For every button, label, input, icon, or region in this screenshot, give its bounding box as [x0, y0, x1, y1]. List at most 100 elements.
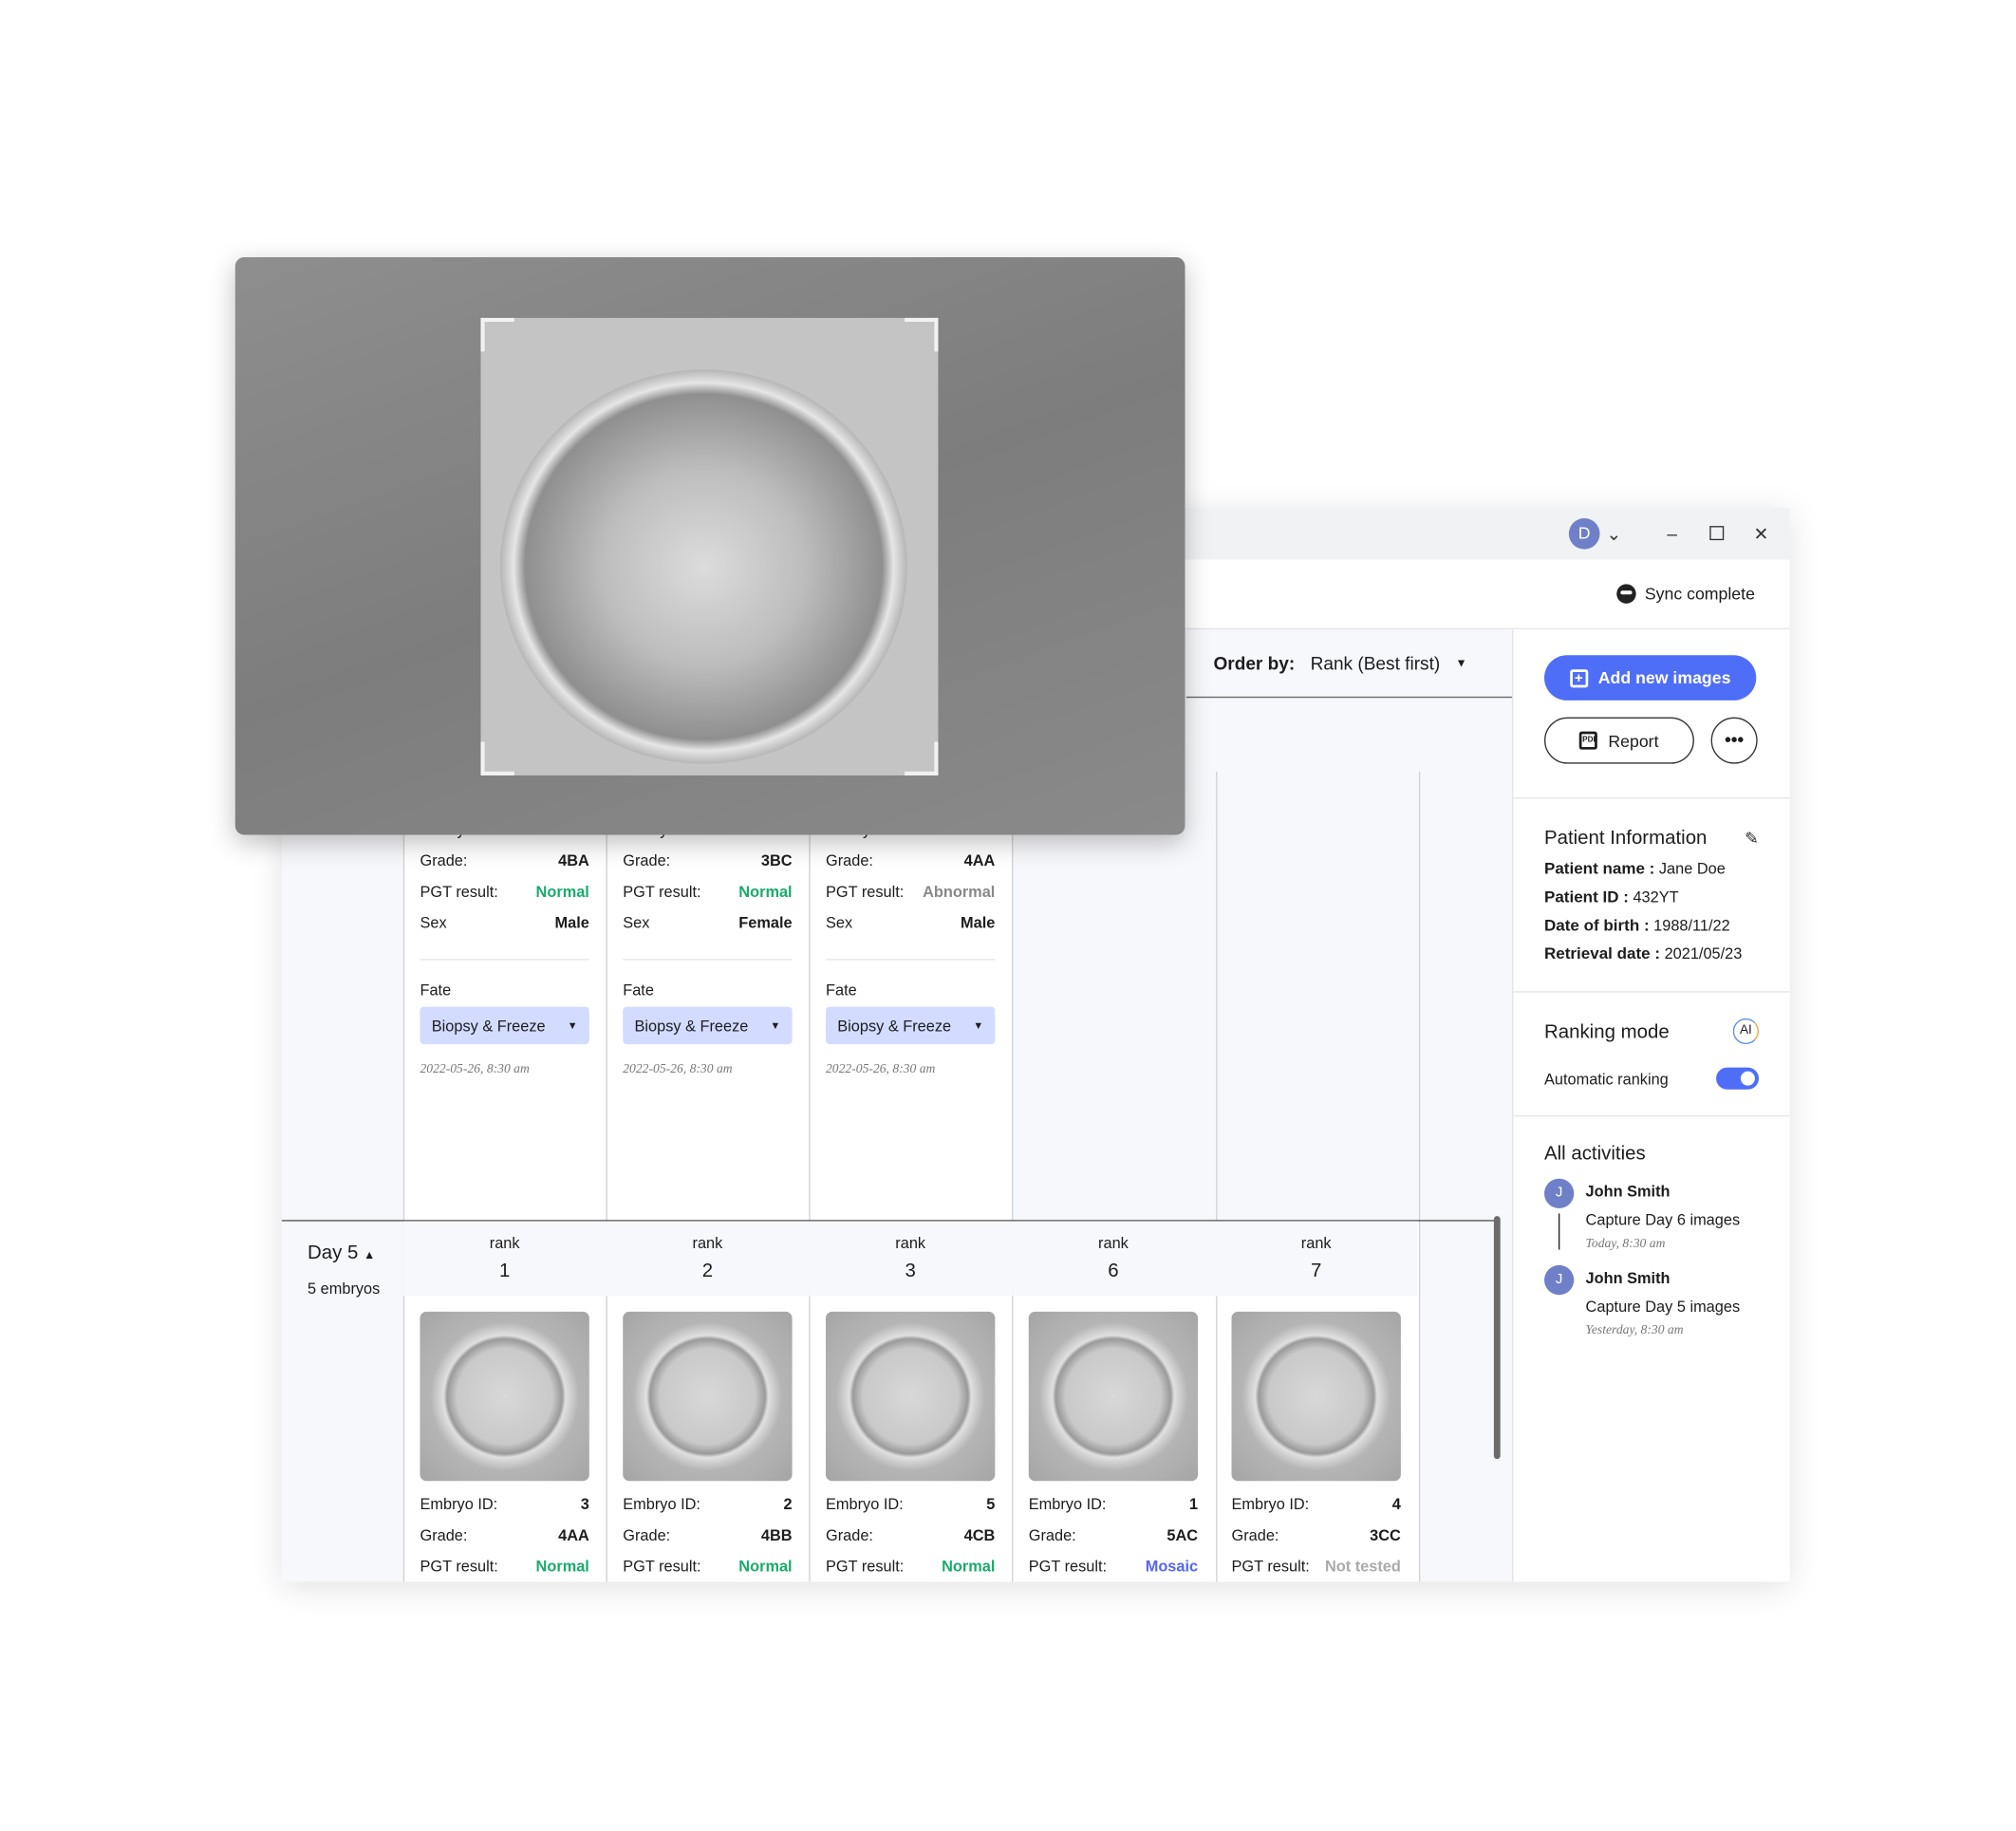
- fate-dropdown[interactable]: Biopsy & Freeze ▼: [420, 1006, 589, 1045]
- pgt-result: PGT result: Not tested: [1232, 1557, 1401, 1576]
- activity-description: Capture Day 5 images: [1585, 1297, 1741, 1317]
- activity-user: John Smith: [1585, 1182, 1671, 1201]
- activity-time: Today, 8:30 am: [1585, 1236, 1666, 1251]
- activity-time: Yesterday, 8:30 am: [1585, 1323, 1684, 1338]
- report-button[interactable]: PDF Report: [1543, 717, 1694, 764]
- embryo-thumbnail[interactable]: [623, 1311, 793, 1482]
- fate-label: Fate: [420, 959, 589, 999]
- maximize-icon[interactable]: [1709, 526, 1725, 541]
- embryo-id-label: Embryo ID:: [825, 1495, 904, 1514]
- rank-header: rank 7: [1214, 1221, 1418, 1297]
- scrollbar[interactable]: [1493, 1216, 1501, 1460]
- fate-value: Biopsy & Freeze: [837, 1016, 952, 1035]
- pgt-result-value: Normal: [738, 882, 793, 901]
- sex-label: Sex: [623, 913, 650, 932]
- grade-value: 5AC: [1167, 1525, 1199, 1544]
- crop-corner[interactable]: [905, 741, 939, 775]
- pgt-result: PGT result: Abnormal: [825, 882, 996, 901]
- grade: Grade: 3CC: [1231, 1525, 1401, 1544]
- crop-corner[interactable]: [480, 317, 514, 352]
- crop-corner[interactable]: [905, 317, 939, 352]
- edit-pencil-icon[interactable]: ✎: [1745, 828, 1759, 849]
- field-label: Date of birth :: [1543, 916, 1650, 935]
- embryo-id-label: Embryo ID:: [1231, 1495, 1310, 1514]
- grade: Grade: 4AA: [826, 851, 995, 869]
- user-avatar: J: [1543, 1264, 1575, 1296]
- caret-up-icon: ▲: [364, 1248, 376, 1261]
- pgt-result-value: Normal: [942, 1557, 996, 1576]
- embryo-thumbnail[interactable]: [420, 1311, 589, 1482]
- day5-toggle[interactable]: Day 5 ▲: [308, 1242, 375, 1263]
- embryo-card[interactable]: Embryo ID: 3 Grade: 4AA PGT result: Normal: [403, 1311, 607, 1576]
- embryo-id: Embryo ID: 1: [1029, 1495, 1199, 1514]
- rank-header: rank 6: [1012, 1221, 1215, 1297]
- close-icon[interactable]: ✕: [1754, 518, 1769, 550]
- embryo-thumbnail[interactable]: [825, 1311, 996, 1482]
- rank-value: 6: [1108, 1260, 1119, 1282]
- right-panel: + Add new images PDF Report ••• Patient In…: [1511, 629, 1790, 1582]
- grade-label: Grade:: [1028, 1525, 1076, 1544]
- pgt-result: PGT result: Mosaic: [1028, 1557, 1198, 1576]
- column-divider: [1418, 771, 1421, 1582]
- ai-icon: AI: [1732, 1018, 1760, 1045]
- embryo-card[interactable]: Embryo ID: 5 Grade: 4CB PGT result: Normal: [809, 1311, 1012, 1576]
- sex-value: Male: [554, 913, 589, 932]
- crop-corner[interactable]: [480, 741, 514, 775]
- fate-dropdown[interactable]: Biopsy & Freeze ▼: [623, 1006, 793, 1045]
- rank-label: rank: [489, 1234, 520, 1253]
- patient-field: Patient name : Jane Doe: [1544, 859, 1759, 877]
- pgt-result-label: PGT result:: [1028, 1557, 1108, 1576]
- capture-date: 2022-05-26, 8:30 am: [825, 1062, 936, 1077]
- sex-label: Sex: [420, 913, 447, 932]
- more-options-button[interactable]: •••: [1710, 717, 1758, 764]
- grade-value: 3BC: [760, 851, 793, 870]
- field-label: Patient ID :: [1543, 887, 1629, 906]
- patient-field: Patient ID : 432YT: [1544, 887, 1759, 906]
- embryo-id-value: 1: [1189, 1495, 1199, 1514]
- fate-dropdown[interactable]: Biopsy & Freeze ▼: [825, 1006, 996, 1045]
- embryo-id: Embryo ID: 5: [825, 1495, 995, 1514]
- grade-label: Grade:: [825, 851, 873, 870]
- add-new-images-button[interactable]: + Add new images: [1543, 655, 1757, 701]
- grade-label: Grade:: [1231, 1525, 1279, 1544]
- embryo-thumbnail[interactable]: [1231, 1311, 1401, 1482]
- embryo-crop-region[interactable]: [480, 317, 939, 775]
- automatic-ranking-toggle[interactable]: [1716, 1067, 1760, 1090]
- sync-status: Sync complete: [1615, 584, 1755, 604]
- embryo-card[interactable]: Embryo ID: 2 Grade: 4BB PGT result: Normal: [607, 1311, 810, 1576]
- field-value: 1988/11/22: [1653, 916, 1730, 935]
- user-avatar[interactable]: D: [1568, 517, 1600, 550]
- embryo-id-value: 4: [1391, 1495, 1401, 1514]
- grade: Grade: 4CB: [825, 1525, 995, 1544]
- sex: Sex Female: [623, 913, 792, 932]
- rank-label: rank: [1098, 1234, 1129, 1253]
- pgt-result: PGT result: Normal: [826, 1557, 996, 1576]
- order-by[interactable]: Order by: Rank (Best first) ▼: [1185, 629, 1512, 699]
- embryo-thumbnail[interactable]: [1028, 1311, 1199, 1482]
- pgt-result: PGT result: Normal: [623, 882, 793, 901]
- embryo-id-label: Embryo ID:: [623, 1495, 700, 1514]
- grade: Grade: 4BA: [420, 851, 588, 869]
- embryo-card[interactable]: Embryo ID: 4 Grade: 3CC PGT result: Not teste…: [1215, 1311, 1418, 1576]
- activities: All activities J John Smith Capture Day 6 …: [1513, 1116, 1789, 1337]
- patient-field: Retrieval date : 2021/05/23: [1544, 944, 1759, 962]
- pgt-result-value: Not tested: [1324, 1557, 1401, 1576]
- grade-label: Grade:: [825, 1525, 873, 1544]
- grade-value: 3CC: [1370, 1525, 1401, 1544]
- grade-label: Grade:: [420, 851, 468, 870]
- embryo-card[interactable]: Embryo ID: 1 Grade: 5AC PGT result: Mosaic: [1012, 1311, 1215, 1576]
- grade: Grade: 3BC: [623, 851, 792, 869]
- grade-value: 4BB: [760, 1525, 793, 1544]
- pgt-result-label: PGT result:: [420, 882, 498, 901]
- sex-label: Sex: [825, 913, 853, 932]
- pgt-result-value: Abnormal: [923, 882, 996, 901]
- minimize-icon[interactable]: –: [1667, 518, 1677, 550]
- user-avatar: J: [1543, 1178, 1575, 1209]
- chevron-down-icon[interactable]: ⌄: [1606, 518, 1621, 550]
- rank-header: rank 2: [606, 1221, 810, 1297]
- pgt-result-label: PGT result:: [825, 882, 905, 901]
- rank-value: 3: [905, 1260, 916, 1282]
- embryo-image-viewer[interactable]: [234, 256, 1185, 835]
- sync-icon: [1615, 584, 1636, 604]
- caret-down-icon: ▼: [567, 1019, 578, 1032]
